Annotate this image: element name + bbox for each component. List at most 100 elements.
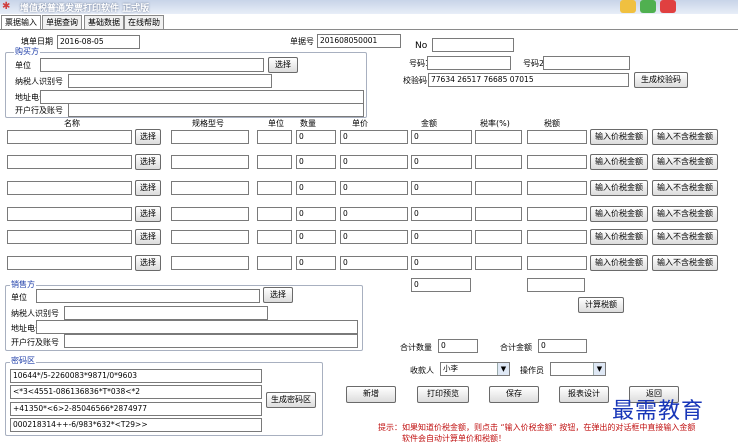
buyer-address-field[interactable] [40,90,364,104]
item-amount-field[interactable]: 0 [411,181,472,195]
item-price-field[interactable]: 0 [340,230,408,244]
item-price-field[interactable]: 0 [340,155,408,169]
item-tax-rate-field[interactable] [475,230,522,244]
item-tax-field[interactable] [527,155,587,169]
tab-doc-query[interactable]: 单据查询 [42,15,82,29]
input-excl-tax-button[interactable]: 输入不含税金额 [652,255,718,271]
item-unit-field[interactable] [257,256,292,270]
item-name-field[interactable] [7,230,132,244]
input-incl-tax-button[interactable]: 输入价税金额 [590,180,648,196]
maximize-button[interactable] [640,0,656,13]
generate-check-code-button[interactable]: 生成校验码 [634,72,688,88]
item-amount-field[interactable]: 0 [411,230,472,244]
item-unit-field[interactable] [257,207,292,221]
item-select-button[interactable]: 选择 [135,229,161,245]
item-amount-field[interactable]: 0 [411,207,472,221]
item-amount-field[interactable]: 0 [411,155,472,169]
item-tax-field[interactable] [527,230,587,244]
fill-date-field[interactable]: 2016-08-05 [57,35,140,49]
input-excl-tax-button[interactable]: 输入不含税金额 [652,129,718,145]
item-name-field[interactable] [7,256,132,270]
buyer-tax-id-field[interactable] [68,74,272,88]
item-spec-field[interactable] [171,181,249,195]
item-qty-field[interactable]: 0 [296,256,336,270]
print-preview-button[interactable]: 打印预览 [417,386,469,403]
item-tax-field[interactable] [527,181,587,195]
total-amount-summary-field[interactable]: 0 [538,339,587,353]
report-design-button[interactable]: 报表设计 [559,386,609,403]
total-tax-field[interactable] [527,278,585,292]
input-incl-tax-button[interactable]: 输入价税金额 [590,154,648,170]
input-incl-tax-button[interactable]: 输入价税金额 [590,255,648,271]
doc-no-field[interactable]: 201608050001 [317,34,401,48]
operator-chevron-down-icon[interactable]: ▼ [593,363,605,375]
input-incl-tax-button[interactable]: 输入价税金额 [590,206,648,222]
payee-chevron-down-icon[interactable]: ▼ [497,363,509,375]
item-select-button[interactable]: 选择 [135,255,161,271]
item-tax-field[interactable] [527,207,587,221]
input-incl-tax-button[interactable]: 输入价税金额 [590,229,648,245]
buyer-unit-field[interactable] [40,58,264,72]
item-price-field[interactable]: 0 [340,181,408,195]
item-tax-field[interactable] [527,256,587,270]
seller-select-button[interactable]: 选择 [263,287,293,303]
item-unit-field[interactable] [257,130,292,144]
item-qty-field[interactable]: 0 [296,181,336,195]
item-price-field[interactable]: 0 [340,207,408,221]
item-unit-field[interactable] [257,155,292,169]
generate-password-button[interactable]: 生成密码区 [266,392,316,408]
item-price-field[interactable]: 0 [340,130,408,144]
input-incl-tax-button[interactable]: 输入价税金额 [590,129,648,145]
tab-online-help[interactable]: 在线帮助 [124,15,164,29]
minimize-button[interactable] [620,0,636,13]
code1-field[interactable] [427,56,511,70]
code2-field[interactable] [543,56,630,70]
input-excl-tax-button[interactable]: 输入不含税金额 [652,154,718,170]
check-code-field[interactable]: 77634 26517 76685 07015 [428,73,629,87]
item-tax-rate-field[interactable] [475,256,522,270]
item-name-field[interactable] [7,155,132,169]
save-button[interactable]: 保存 [489,386,539,403]
input-excl-tax-button[interactable]: 输入不含税金额 [652,229,718,245]
seller-tax-id-field[interactable] [64,306,268,320]
item-unit-field[interactable] [257,230,292,244]
item-amount-field[interactable]: 0 [411,256,472,270]
no-field[interactable] [432,38,514,52]
item-spec-field[interactable] [171,155,249,169]
seller-address-field[interactable] [36,320,358,334]
total-amount-field[interactable]: 0 [411,278,471,292]
item-select-button[interactable]: 选择 [135,154,161,170]
operator-select[interactable]: ▼ [550,362,606,376]
item-qty-field[interactable]: 0 [296,230,336,244]
item-spec-field[interactable] [171,256,249,270]
seller-unit-field[interactable] [36,289,260,303]
input-excl-tax-button[interactable]: 输入不含税金额 [652,180,718,196]
item-select-button[interactable]: 选择 [135,129,161,145]
item-spec-field[interactable] [171,230,249,244]
item-amount-field[interactable]: 0 [411,130,472,144]
tab-base-data[interactable]: 基础数据 [84,15,124,29]
new-button[interactable]: 新增 [346,386,396,403]
buyer-select-button[interactable]: 选择 [268,57,298,73]
item-name-field[interactable] [7,207,132,221]
tab-ticket-input[interactable]: 票据输入 [1,15,41,30]
calc-tax-button[interactable]: 计算税额 [578,297,624,313]
item-select-button[interactable]: 选择 [135,180,161,196]
input-excl-tax-button[interactable]: 输入不含税金额 [652,206,718,222]
item-name-field[interactable] [7,130,132,144]
item-tax-field[interactable] [527,130,587,144]
total-qty-field[interactable]: 0 [438,339,478,353]
item-price-field[interactable]: 0 [340,256,408,270]
item-spec-field[interactable] [171,207,249,221]
item-qty-field[interactable]: 0 [296,130,336,144]
item-unit-field[interactable] [257,181,292,195]
payee-select[interactable]: 小李 ▼ [440,362,510,376]
close-button[interactable] [660,0,676,13]
item-tax-rate-field[interactable] [475,130,522,144]
item-qty-field[interactable]: 0 [296,207,336,221]
item-tax-rate-field[interactable] [475,207,522,221]
item-tax-rate-field[interactable] [475,155,522,169]
item-name-field[interactable] [7,181,132,195]
buyer-bank-field[interactable] [68,103,364,117]
item-qty-field[interactable]: 0 [296,155,336,169]
